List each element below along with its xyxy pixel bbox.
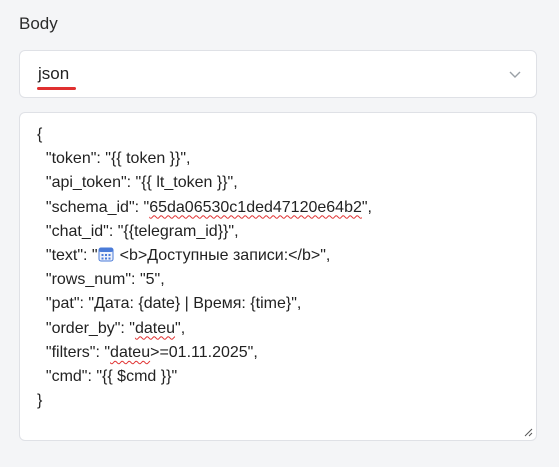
code-text: "order_by": " xyxy=(37,319,135,337)
code-text: "cmd": "{{ $cmd }}" xyxy=(37,368,178,386)
section-label: Body xyxy=(19,14,58,33)
spellcheck-underline xyxy=(37,87,76,90)
code-text: >=01.11.2025", xyxy=(150,343,258,361)
misspelled-token: dateu xyxy=(134,319,176,337)
code-text: ", xyxy=(175,319,186,337)
code-text: "api_token": "{{ lt_token }}", xyxy=(37,174,238,192)
format-select-value: json xyxy=(38,64,70,83)
code-text: ", xyxy=(361,198,372,216)
code-text: { xyxy=(37,126,43,143)
code-line: "schema_id": "65da06530c1ded47120e64b2", xyxy=(37,196,536,220)
chevron-down-icon[interactable] xyxy=(508,67,522,81)
code-line: "rows_num": "5", xyxy=(37,268,536,292)
code-line: { xyxy=(37,123,536,147)
code-line: "filters": "dateu>=01.11.2025", xyxy=(37,341,536,365)
code-text: <b>Доступные записи:</b>", xyxy=(119,247,331,265)
code-text: "schema_id": " xyxy=(37,198,150,216)
code-block: { "token": "{{ token }}", "api_token": "… xyxy=(37,123,536,413)
code-text: "rows_num": "5", xyxy=(37,271,165,289)
misspelled-token: dateu xyxy=(110,343,151,361)
code-line: "pat": "Дата: {date} | Время: {time}", xyxy=(37,292,536,316)
body-editor[interactable]: { "token": "{{ token }}", "api_token": "… xyxy=(19,112,537,441)
code-text: } xyxy=(37,392,43,410)
calendar-icon xyxy=(98,247,114,262)
code-line: "token": "{{ token }}", xyxy=(37,147,536,171)
resize-handle-icon[interactable] xyxy=(524,428,533,437)
code-line: "order_by": "dateu", xyxy=(37,317,536,341)
code-text: "pat": "Дата: {date} | Время: {time}", xyxy=(37,295,302,313)
code-line: "api_token": "{{ lt_token }}", xyxy=(37,171,536,195)
code-line: "text": " <b>Доступные записи:</b>", xyxy=(37,244,536,268)
code-line: "cmd": "{{ $cmd }}" xyxy=(37,365,536,389)
code-line: } xyxy=(37,389,536,413)
code-line: "chat_id": "{{telegram_id}}", xyxy=(37,220,536,244)
format-select[interactable]: json xyxy=(19,50,537,98)
code-text: "text": " xyxy=(37,247,98,265)
code-text: "chat_id": "{{telegram_id}}", xyxy=(37,222,239,240)
code-text: "token": "{{ token }}", xyxy=(37,150,191,168)
code-text: "filters": " xyxy=(37,343,111,361)
misspelled-token: 65da06530c1ded47120e64b2 xyxy=(149,198,362,216)
